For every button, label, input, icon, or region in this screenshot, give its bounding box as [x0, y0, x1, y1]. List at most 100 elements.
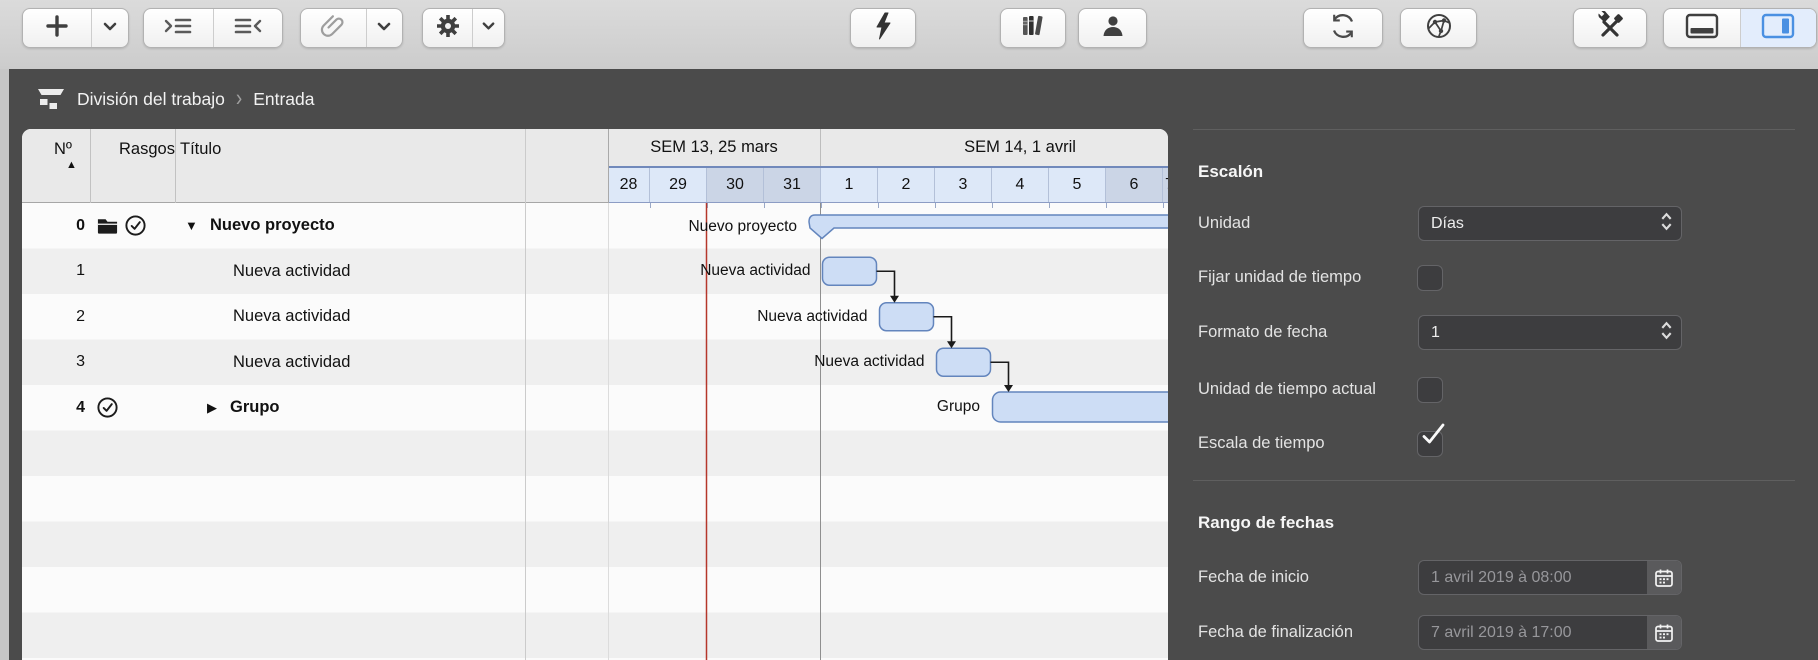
dependency-arrow	[1004, 385, 1013, 392]
inspector-row-label: Escala de tiempo	[1198, 434, 1325, 454]
gantt-bar-task[interactable]	[880, 303, 934, 331]
breadcrumb-item-page[interactable]: Entrada	[253, 89, 314, 110]
column-divider[interactable]	[90, 129, 91, 203]
view-bottom-pane-button[interactable]	[1664, 9, 1740, 47]
day-label: 30	[726, 176, 744, 194]
timeline-day-header: 29	[650, 168, 707, 202]
inspector-row-label: Unidad de tiempo actual	[1198, 380, 1376, 400]
column-divider[interactable]	[175, 129, 176, 203]
gantt-bar-label: Nueva actividad	[700, 260, 810, 282]
date-value: 1 avril 2019 à 08:00	[1419, 569, 1572, 587]
person-icon	[1100, 13, 1126, 44]
column-header-traits[interactable]: Rasgos	[119, 140, 175, 159]
timeline-week-header: SEM 13, 25 mars	[608, 129, 821, 166]
lightning-icon	[873, 11, 893, 46]
calendar-icon[interactable]	[1647, 616, 1681, 649]
timeline-week-header: SEM 14, 1 avril	[821, 129, 1168, 166]
sync-button[interactable]	[1303, 8, 1383, 48]
view-right-pane-button[interactable]	[1740, 9, 1817, 47]
timeline-day-header: 1	[821, 168, 878, 202]
timeline-day-row: 282930311234567	[608, 166, 1168, 203]
gantt-bar-summary[interactable]	[809, 215, 1168, 239]
gantt-bar-task[interactable]	[937, 348, 991, 376]
inspector-row-label: Unidad	[1198, 214, 1250, 234]
crossed-tools-icon	[1595, 11, 1625, 46]
inspector-top-divider	[1193, 129, 1795, 130]
timeline-day-header: 4	[992, 168, 1049, 202]
gantt-bar-group[interactable]	[993, 392, 1169, 422]
inspector-row-label: Fecha de finalización	[1198, 623, 1353, 643]
inspector-row-label: Fecha de inicio	[1198, 568, 1309, 588]
inspector-section-header: Escalón	[1198, 162, 1263, 184]
add-menu-button[interactable]	[91, 9, 128, 47]
inspector-section-header: Rango de fechas	[1198, 513, 1334, 535]
publish-button[interactable]	[1400, 8, 1477, 48]
breadcrumb: División del trabajo › Entrada	[36, 69, 314, 129]
inspector-section-divider	[1193, 480, 1795, 481]
dependency-arrow	[890, 296, 899, 303]
gantt-body: 0▼Nuevo proyecto1Nueva actividad2Nueva a…	[22, 203, 1168, 660]
timescale-inspector: EscalónUnidadDíasFijar unidad de tiempoF…	[1168, 129, 1818, 660]
stepper-icon[interactable]	[1660, 211, 1673, 237]
day-label: 2	[902, 176, 911, 194]
column-header-num[interactable]: Nº	[54, 140, 72, 159]
inspector-date-field[interactable]: 1 avril 2019 à 08:00	[1418, 560, 1682, 595]
gantt-bar-label: Nuevo proyecto	[688, 216, 797, 238]
date-value: 7 avril 2019 à 17:00	[1419, 624, 1572, 642]
attach-menu-button[interactable]	[366, 9, 402, 47]
day-label: 3	[959, 176, 968, 194]
window-edge	[0, 69, 9, 660]
outdent-button[interactable]	[213, 9, 283, 47]
inspector-row-label: Formato de fecha	[1198, 323, 1327, 343]
day-label: 5	[1073, 176, 1082, 194]
outdent-icon	[233, 14, 263, 43]
timeline-day-header: 6	[1106, 168, 1163, 202]
inspector-checkbox[interactable]	[1417, 265, 1443, 291]
select-value: 1	[1419, 324, 1440, 342]
gantt-chart-layer	[22, 203, 1168, 660]
add-button[interactable]	[23, 9, 91, 47]
week-label: SEM 14, 1 avril	[964, 138, 1076, 157]
inspector-date-field[interactable]: 7 avril 2019 à 17:00	[1418, 615, 1682, 650]
dependency-connector	[934, 317, 952, 343]
attach-button-group	[300, 8, 403, 48]
gantt-bar-label: Nueva actividad	[757, 306, 867, 328]
timeline-start-divider	[608, 129, 609, 203]
library-button[interactable]	[1000, 8, 1066, 48]
dependency-arrow	[947, 341, 956, 348]
catch-up-button[interactable]	[850, 8, 916, 48]
timeline-day-header: 28	[608, 168, 650, 202]
select-value: Días	[1419, 215, 1464, 233]
gantt-bar-task[interactable]	[823, 257, 877, 285]
calendar-icon[interactable]	[1647, 561, 1681, 594]
gantt-bar-label: Grupo	[937, 396, 980, 418]
inspector-checkbox[interactable]	[1417, 431, 1443, 457]
attach-button[interactable]	[301, 9, 366, 47]
gantt-bar-label: Nueva actividad	[814, 351, 924, 373]
outline-gantt-divider[interactable]	[525, 129, 526, 660]
chevron-down-icon	[481, 18, 496, 38]
actions-button-group	[422, 8, 505, 48]
network-globe-icon	[1425, 12, 1453, 45]
stepper-icon[interactable]	[1660, 320, 1673, 346]
resources-button[interactable]	[1078, 8, 1147, 48]
inspector-checkbox[interactable]	[1417, 377, 1443, 403]
bottom-pane-icon	[1685, 13, 1719, 44]
actions-button[interactable]	[423, 9, 472, 47]
pane-toggle-group	[1663, 8, 1817, 48]
actions-menu-button[interactable]	[472, 9, 504, 47]
column-header-title[interactable]: Título	[180, 140, 221, 159]
timeline-day-header: 31	[764, 168, 821, 202]
wbs-icon	[36, 87, 66, 111]
timeline-week-row: SEM 13, 25 mars SEM 14, 1 avril	[608, 129, 1168, 166]
chevron-down-icon	[102, 18, 118, 39]
breadcrumb-item-section[interactable]: División del trabajo	[77, 89, 225, 110]
customize-button[interactable]	[1573, 8, 1647, 48]
week-label: SEM 13, 25 mars	[650, 138, 777, 157]
gear-icon	[434, 12, 462, 45]
day-label: 1	[845, 176, 854, 194]
add-button-group	[22, 8, 129, 48]
inspector-select-0[interactable]: Días	[1418, 206, 1682, 241]
indent-button[interactable]	[144, 9, 213, 47]
inspector-select-2[interactable]: 1	[1418, 315, 1682, 350]
